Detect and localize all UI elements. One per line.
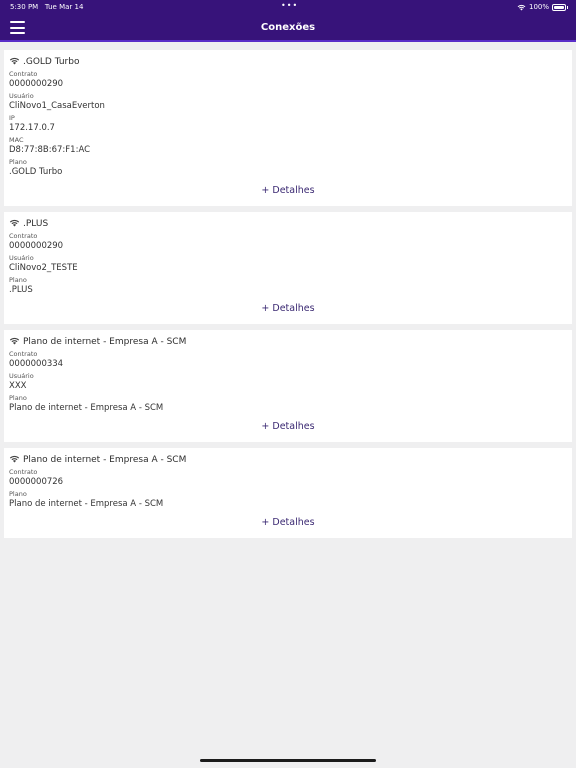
field-mac: MAC D8:77:8B:67:F1:AC	[9, 136, 291, 158]
details-link[interactable]: + Detalhes	[9, 416, 567, 438]
field-value: 0000000726	[9, 477, 64, 487]
details-link[interactable]: + Detalhes	[9, 298, 567, 320]
field-value: D8:77:8B:67:F1:AC	[9, 145, 91, 155]
navigation-bar: Conexões	[0, 14, 576, 42]
field-label: Plano	[9, 490, 27, 498]
connection-title: .PLUS	[9, 218, 567, 230]
field-label: Contrato	[9, 350, 38, 358]
field-usuario: Usuário CliNovo1_CasaEverton	[9, 92, 291, 114]
details-link[interactable]: + Detalhes	[9, 512, 567, 534]
field-contrato: Contrato 0000000726	[9, 468, 291, 490]
field-contrato: Contrato 0000000290	[9, 70, 291, 92]
field-value: Plano de internet - Empresa A - SCM	[9, 499, 164, 509]
field-label: Contrato	[9, 232, 38, 240]
connection-fields: Contrato 0000000334 Usuário XXX Plano Plano d…	[9, 350, 567, 416]
connection-card: Plano de internet - Empresa A - SCM Contr…	[4, 330, 572, 442]
connection-card: .GOLD Turbo Contrato 0000000290 Usuário CliN…	[4, 50, 572, 206]
field-ip: IP 172.17.0.7	[9, 114, 291, 136]
multitasking-dots-icon[interactable]: •••	[281, 1, 298, 10]
connection-card: Plano de internet - Empresa A - SCM Contr…	[4, 448, 572, 538]
field-plano: Plano Plano de internet - Empresa A - SCM	[9, 394, 291, 416]
field-plano: Plano .PLUS	[9, 276, 291, 298]
field-value: 0000000290	[9, 241, 64, 251]
field-value: XXX	[9, 381, 27, 391]
field-value: 0000000290	[9, 79, 64, 89]
field-label: MAC	[9, 136, 24, 144]
connection-name: Plano de internet - Empresa A - SCM	[23, 455, 187, 465]
home-indicator[interactable]	[200, 759, 376, 762]
connection-title: Plano de internet - Empresa A - SCM	[9, 336, 567, 348]
field-label: Usuário	[9, 92, 34, 100]
field-usuario: Usuário XXX	[9, 372, 291, 394]
field-label: Plano	[9, 158, 27, 166]
wifi-icon	[9, 337, 20, 348]
field-label: Plano	[9, 394, 27, 402]
field-label: Usuário	[9, 372, 34, 380]
connection-fields: Contrato 0000000290 Usuário CliNovo1_CasaEv…	[9, 70, 567, 180]
connections-list: .GOLD Turbo Contrato 0000000290 Usuário CliN…	[0, 42, 576, 538]
battery-percent: 100%	[528, 3, 549, 11]
wifi-icon	[9, 455, 20, 466]
battery-tip	[567, 5, 568, 9]
field-value: Plano de internet - Empresa A - SCM	[9, 403, 164, 413]
wifi-icon	[9, 57, 20, 68]
field-value: .PLUS	[9, 285, 33, 295]
page-title: Conexões	[260, 22, 316, 33]
status-right: 100%	[517, 3, 568, 11]
field-value: CliNovo2_TESTE	[9, 263, 78, 273]
field-contrato: Contrato 0000000290	[9, 232, 291, 254]
field-label: IP	[9, 114, 15, 122]
field-usuario: Usuário CliNovo2_TESTE	[9, 254, 291, 276]
field-label: Plano	[9, 276, 27, 284]
field-value: CliNovo1_CasaEverton	[9, 101, 105, 111]
field-label: Usuário	[9, 254, 34, 262]
battery-icon	[552, 3, 566, 11]
connection-fields: Contrato 0000000726 Plano Plano de internet…	[9, 468, 567, 512]
details-link[interactable]: + Detalhes	[9, 180, 567, 202]
connection-title: Plano de internet - Empresa A - SCM	[9, 454, 567, 466]
wifi-icon	[9, 219, 20, 230]
status-bar: 5:30 PM Tue Mar 14 ••• 100%	[0, 0, 576, 14]
field-value: .GOLD Turbo	[9, 167, 63, 177]
connection-name: Plano de internet - Empresa A - SCM	[23, 337, 187, 347]
field-value: 0000000334	[9, 359, 64, 369]
connection-name: .GOLD Turbo	[23, 57, 80, 67]
wifi-status-icon	[517, 4, 526, 10]
connection-name: .PLUS	[23, 219, 49, 229]
field-contrato: Contrato 0000000334	[9, 350, 291, 372]
field-value: 172.17.0.7	[9, 123, 55, 133]
status-time-date: 5:30 PM Tue Mar 14	[10, 3, 84, 11]
field-plano: Plano Plano de internet - Empresa A - SCM	[9, 490, 291, 512]
connection-title: .GOLD Turbo	[9, 56, 567, 68]
field-label: Contrato	[9, 468, 38, 476]
field-plano: Plano .GOLD Turbo	[9, 158, 291, 180]
connection-fields: Contrato 0000000290 Usuário CliNovo2_TESTE P…	[9, 232, 567, 298]
field-label: Contrato	[9, 70, 38, 78]
connection-card: .PLUS Contrato 0000000290 Usuário CliNovo2_T…	[4, 212, 572, 324]
